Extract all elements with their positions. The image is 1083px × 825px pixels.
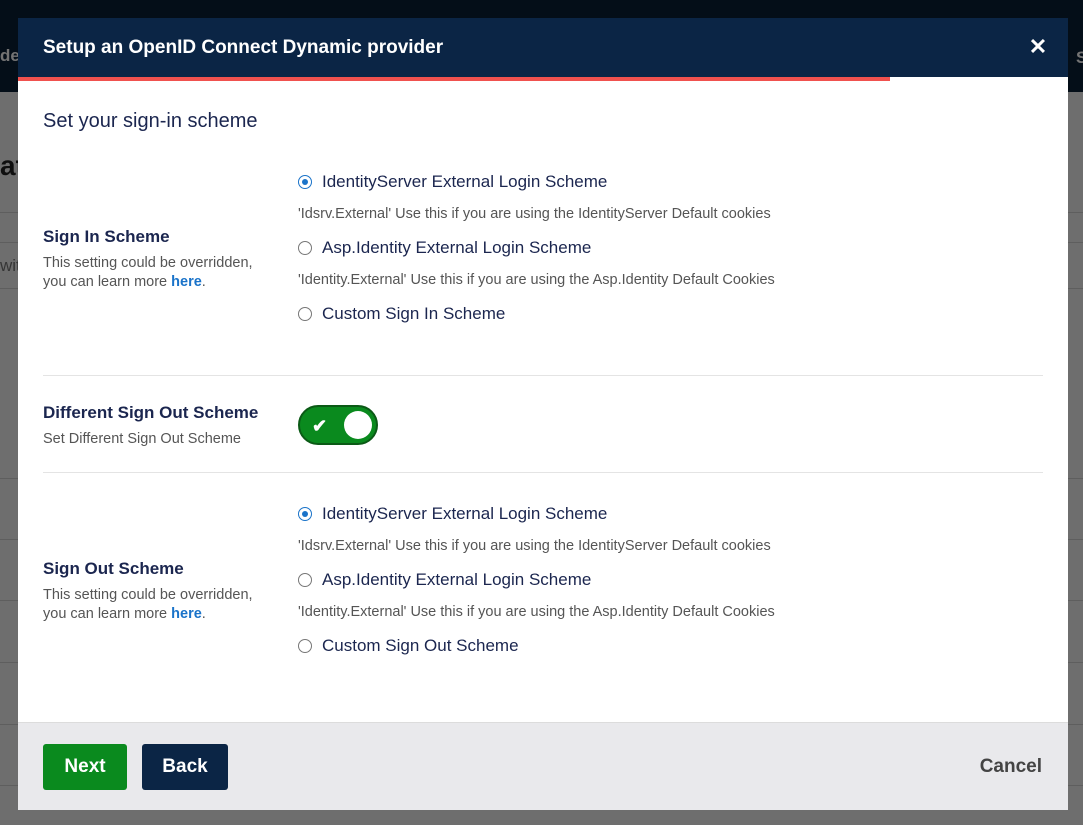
provider-setup-modal: Setup an OpenID Connect Dynamic provider… (18, 18, 1068, 810)
different-sign-out-label-block: Different Sign Out Scheme Set Different … (43, 403, 273, 449)
wizard-progress-bar (18, 77, 1068, 81)
sign-out-option-custom[interactable]: Custom Sign Out Scheme (298, 633, 1038, 659)
modal-header: Setup an OpenID Connect Dynamic provider… (18, 18, 1068, 77)
wizard-progress-fill (18, 77, 890, 81)
sign-out-option-aspidentity-help: 'Identity.External' Use this if you are … (298, 604, 775, 620)
section-divider (43, 375, 1043, 376)
different-sign-out-description: Set Different Sign Out Scheme (43, 431, 242, 447)
different-sign-out-label: Different Sign Out Scheme (43, 403, 259, 422)
checkmark-icon: ✔ (312, 416, 328, 436)
toggle-knob (344, 411, 372, 439)
sign-in-scheme-label-block: Sign In Scheme This setting could be ove… (43, 227, 273, 292)
section-title: Set your sign-in scheme (43, 110, 258, 132)
cancel-button[interactable]: Cancel (980, 744, 1042, 790)
sign-out-scheme-radio-group: IdentityServer External Login Scheme 'Id… (298, 501, 1038, 659)
sign-in-option-aspidentity[interactable]: Asp.Identity External Login Scheme (298, 235, 1038, 261)
sign-in-scheme-label: Sign In Scheme (43, 227, 170, 246)
modal-footer: Next Back Cancel (18, 722, 1068, 810)
sign-out-scheme-description: This setting could be overridden, you ca… (43, 587, 253, 622)
sign-in-learn-more-link[interactable]: here (171, 274, 202, 290)
sign-out-learn-more-link[interactable]: here (171, 606, 202, 622)
section-divider (43, 472, 1043, 473)
radio-button[interactable] (298, 175, 312, 189)
sign-out-option-identityserver-help: 'Idsrv.External' Use this if you are usi… (298, 538, 771, 554)
sign-in-scheme-description: This setting could be overridden, you ca… (43, 255, 253, 290)
sign-out-option-aspidentity[interactable]: Asp.Identity External Login Scheme (298, 567, 1038, 593)
sign-in-option-aspidentity-help: 'Identity.External' Use this if you are … (298, 272, 775, 288)
radio-button[interactable] (298, 573, 312, 587)
sign-out-scheme-label: Sign Out Scheme (43, 559, 184, 578)
sign-in-option-identityserver[interactable]: IdentityServer External Login Scheme (298, 169, 1038, 195)
back-button[interactable]: Back (142, 744, 228, 790)
different-sign-out-toggle[interactable]: ✔ (298, 405, 378, 445)
sign-out-scheme-label-block: Sign Out Scheme This setting could be ov… (43, 559, 273, 624)
sign-in-option-identityserver-help: 'Idsrv.External' Use this if you are usi… (298, 206, 771, 222)
radio-button[interactable] (298, 307, 312, 321)
sign-in-scheme-radio-group: IdentityServer External Login Scheme 'Id… (298, 169, 1038, 327)
radio-button[interactable] (298, 241, 312, 255)
radio-button[interactable] (298, 639, 312, 653)
close-icon[interactable]: ✕ (1026, 32, 1050, 62)
radio-button[interactable] (298, 507, 312, 521)
modal-title: Setup an OpenID Connect Dynamic provider (43, 37, 444, 58)
sign-out-option-identityserver[interactable]: IdentityServer External Login Scheme (298, 501, 1038, 527)
next-button[interactable]: Next (43, 744, 127, 790)
sign-in-option-custom[interactable]: Custom Sign In Scheme (298, 301, 1038, 327)
